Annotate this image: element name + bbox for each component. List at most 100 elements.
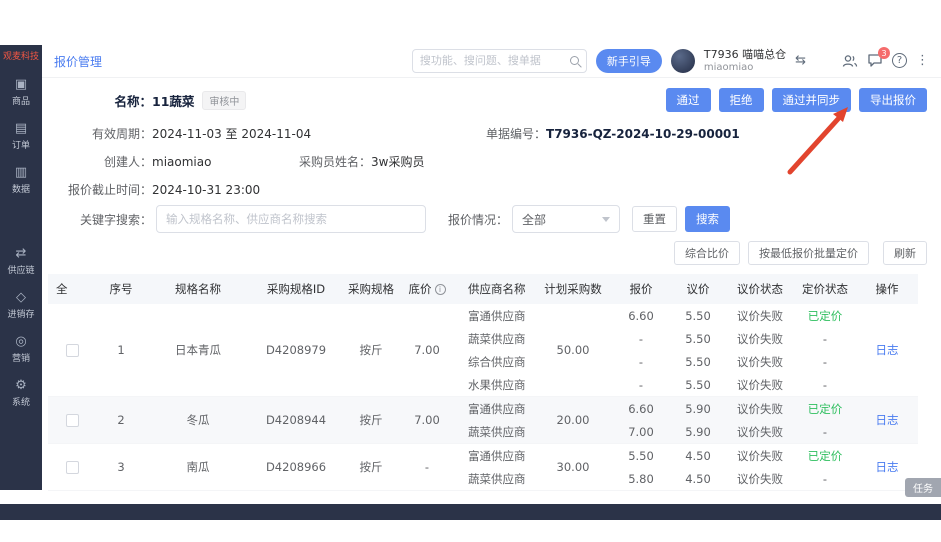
help-icon[interactable]: ? [892, 53, 907, 69]
creator-value: miaomiao [152, 154, 212, 169]
sidebar-item-goods[interactable]: ▣ 商品 [11, 78, 30, 108]
row-checkbox[interactable] [65, 343, 79, 357]
cell-price-status: - [822, 377, 828, 392]
row-checkbox[interactable] [65, 460, 79, 474]
log-link[interactable]: 日志 [876, 459, 899, 475]
status-badge: 审核中 [202, 90, 247, 110]
table-row: 2 冬瓜 D4208944 按斤 7.00 富通供应商 6.60 5.90 议价… [48, 397, 918, 444]
sidebar-item-label: 供应链 [7, 266, 35, 277]
sidebar-item-marketing[interactable]: ◎ 营销 [12, 334, 30, 365]
more-menu-icon[interactable]: ⋮ [916, 54, 929, 67]
sidebar-item-label: 商品 [11, 97, 30, 108]
sidebar-item-label: 进销存 [7, 310, 35, 321]
cell-spec-name: 南瓜 [186, 460, 210, 474]
sidebar-item-orders[interactable]: ▤ 订单 [11, 122, 30, 152]
table-row: 1 日本青瓜 D4208979 按斤 7.00 富通供应商 6.60 5.50 … [48, 304, 918, 397]
row-checkbox[interactable] [65, 413, 79, 427]
search-button[interactable]: 搜索 [685, 206, 731, 232]
keyword-input[interactable] [156, 205, 426, 233]
compare-button[interactable]: 综合比价 [674, 241, 740, 265]
cell-supplier: 综合供应商 [468, 354, 526, 369]
sync-icon: ⇄ [15, 246, 27, 262]
approve-button[interactable]: 通过 [665, 88, 711, 112]
cell-quote: 6.60 [628, 308, 654, 323]
cell-price-status: - [822, 331, 828, 346]
marketing-icon: ◎ [15, 334, 27, 350]
period-value: 2024-11-03 至 2024-11-04 [152, 127, 312, 141]
account-info[interactable]: T7936 喵喵总仓 miaomiao [703, 48, 786, 73]
header-base-price-label: 底价 [408, 282, 432, 296]
cell-supplier: 富通供应商 [468, 308, 526, 323]
cell-spec-id: D4208966 [265, 460, 327, 474]
cell-price-status: 已定价 [807, 448, 843, 463]
table-toolbar: 综合比价 按最低报价批量定价 刷新 [42, 241, 941, 265]
messages-icon[interactable]: 3 [867, 47, 890, 68]
buyer-value: 3w采购员 [371, 155, 425, 169]
account-subname: miaomiao [703, 61, 754, 73]
cell-price-status: 已定价 [807, 308, 843, 323]
cell-quote: 5.50 [628, 448, 654, 463]
quote-status-label: 报价情况： [448, 212, 509, 227]
keyword-label: 关键字搜索： [79, 212, 152, 227]
sidebar-item-inventory[interactable]: ◇ 进销存 [7, 291, 35, 321]
log-link[interactable]: 日志 [876, 342, 899, 358]
supplier-lines: 富通供应商 5.50 4.50 议价失败 已定价 蔬菜供应商 5.80 4.50… [454, 444, 856, 490]
switch-warehouse-icon[interactable]: ⇆ [795, 54, 806, 67]
supplier-lines: 富通供应商 6.60 5.50 议价失败 已定价 蔬菜供应商 - 5.50 议价… [454, 304, 856, 396]
name-label: 名称： [114, 93, 152, 109]
header-plan-qty: 计划采购数 [544, 282, 602, 296]
cell-spec-name: 冬瓜 [186, 413, 210, 427]
cell-spec-id: D4208944 [265, 413, 327, 427]
sidebar-item-data[interactable]: ▥ 数据 [12, 165, 30, 196]
cell-unit: 按斤 [359, 460, 383, 474]
export-quote-button[interactable]: 导出报价 [859, 88, 927, 112]
cell-nego-price: 4.50 [685, 448, 711, 463]
cell-price-status: - [822, 471, 828, 486]
chart-icon: ▥ [14, 165, 28, 181]
avatar[interactable] [670, 48, 695, 73]
breadcrumb[interactable]: 报价管理 [54, 53, 102, 70]
cell-spec-id: D4208979 [265, 343, 327, 357]
cell-nego-price: 5.50 [685, 308, 711, 323]
quote-status-select[interactable]: 全部 [512, 205, 621, 233]
reset-button[interactable]: 重置 [632, 206, 678, 232]
global-search[interactable] [411, 48, 587, 73]
cell-nego-status: 议价失败 [737, 354, 783, 369]
log-link[interactable]: 日志 [876, 412, 899, 428]
doc-no-value: T7936-QZ-2024-10-29-00001 [546, 127, 740, 141]
global-search-input[interactable] [419, 54, 570, 68]
cell-supplier: 蔬菜供应商 [468, 471, 526, 486]
doc-no-label: 单据编号： [486, 127, 547, 141]
quote-table: 全 序号 规格名称 采购规格ID 采购规格 底价 i 供应商名称 计划采购数 报价… [48, 274, 918, 491]
cell-no: 3 [117, 460, 125, 474]
cell-price-status: - [822, 424, 828, 439]
guide-button[interactable]: 新手引导 [595, 48, 662, 73]
header-price-status: 定价状态 [802, 282, 848, 296]
message-badge: 3 [878, 47, 890, 60]
sidebar-item-supply-chain[interactable]: ⇄ 供应链 [7, 246, 35, 277]
refresh-button[interactable]: 刷新 [883, 241, 927, 265]
cell-unit: 按斤 [359, 343, 383, 357]
sidebar-item-label: 订单 [11, 141, 30, 152]
cell-nego-price: 4.50 [685, 471, 711, 486]
cell-spec-name: 日本青瓜 [175, 343, 221, 357]
header-select-all[interactable]: 全 [48, 281, 96, 297]
cell-plan-qty: 30.00 [556, 460, 590, 474]
cell-quote: 6.60 [628, 401, 654, 416]
cell-quote: 7.00 [628, 424, 654, 439]
bottom-bar [0, 504, 941, 520]
cell-supplier: 富通供应商 [468, 448, 526, 463]
cell-unit: 按斤 [359, 413, 383, 427]
sidebar-item-system[interactable]: ⚙ 系统 [12, 379, 30, 409]
cell-base-price: 7.00 [414, 343, 440, 357]
batch-price-button[interactable]: 按最低报价批量定价 [748, 241, 869, 265]
task-tab[interactable]: 任务 [905, 478, 941, 497]
cell-nego-price: 5.50 [685, 354, 711, 369]
cell-price-status: 已定价 [807, 401, 843, 416]
cell-nego-status: 议价失败 [737, 424, 783, 439]
cell-nego-price: 5.50 [685, 377, 711, 392]
contacts-icon[interactable] [842, 54, 858, 68]
approve-sync-button[interactable]: 通过并同步 [771, 88, 851, 112]
reject-button[interactable]: 拒绝 [718, 88, 764, 112]
filter-bar: 关键字搜索： 报价情况： 全部 重置 搜索 [42, 205, 941, 233]
